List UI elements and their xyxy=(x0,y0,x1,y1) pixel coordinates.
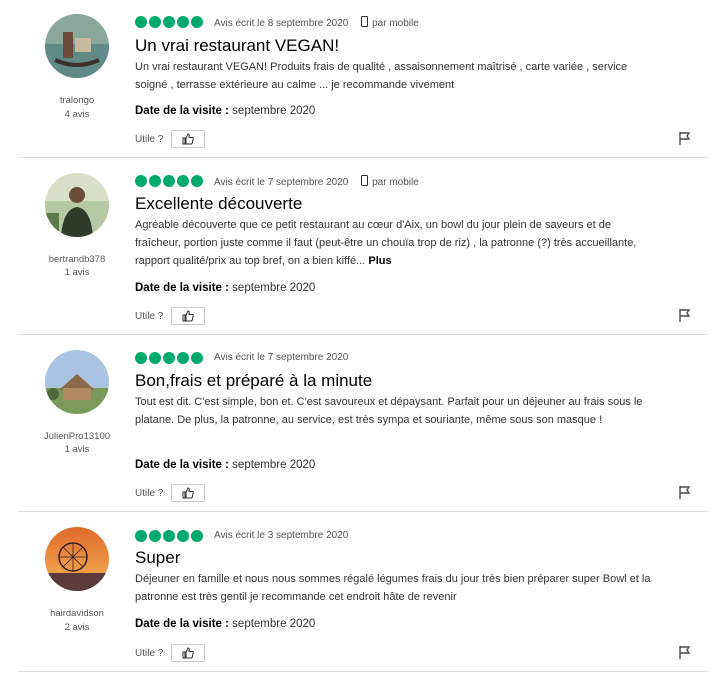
rating-bubble-icon xyxy=(191,16,203,28)
rating-bubble-icon xyxy=(135,175,147,187)
review-text: Tout est dit. C'est simple, bon et. C'es… xyxy=(135,396,643,426)
rating-bubble-icon xyxy=(135,530,147,542)
rating-bubble-icon xyxy=(163,530,175,542)
reviewer-username[interactable]: JulienPro13100 xyxy=(20,430,134,443)
thumbs-up-icon xyxy=(182,310,195,322)
mobile-label: par mobile xyxy=(372,18,419,29)
rating-bubbles xyxy=(135,175,203,187)
review-meta: Avis écrit le 7 septembre 2020 xyxy=(214,352,348,363)
phone-icon xyxy=(361,16,369,27)
flag-icon[interactable] xyxy=(678,308,692,322)
review-date: Avis écrit le 3 septembre 2020 xyxy=(214,530,349,541)
mobile-indicator: par mobile xyxy=(361,175,419,188)
review-body: Agréable découverte que ce petit restaur… xyxy=(135,216,655,270)
review-meta: Avis écrit le 7 septembre 2020 par mobil… xyxy=(214,175,419,188)
visit-value: septembre 2020 xyxy=(232,282,316,294)
thumbs-up-icon xyxy=(182,133,195,145)
review-date: Avis écrit le 8 septembre 2020 xyxy=(214,18,349,29)
visit-date: Date de la visite : septembre 2020 xyxy=(135,282,315,294)
mobile-indicator: par mobile xyxy=(361,16,419,29)
useful-button[interactable] xyxy=(171,644,206,662)
visit-value: septembre 2020 xyxy=(232,459,316,471)
rating-bubble-icon xyxy=(163,16,175,28)
review-title[interactable]: Excellente découverte xyxy=(135,194,302,214)
reviewer-username[interactable]: hairdavidson xyxy=(20,607,134,620)
visit-label: Date de la visite : xyxy=(135,282,229,294)
review-date: Avis écrit le 7 septembre 2020 xyxy=(214,352,349,363)
divider xyxy=(18,511,708,512)
avatar[interactable] xyxy=(45,14,109,78)
visit-value: septembre 2020 xyxy=(232,618,316,630)
review-text: Un vrai restaurant VEGAN! Produits frais… xyxy=(135,61,628,91)
rating-bubble-icon xyxy=(177,530,189,542)
rating-bubble-icon xyxy=(163,175,175,187)
rating-bubble-icon xyxy=(191,175,203,187)
reviewer-review-count: 1 avis xyxy=(64,444,90,455)
useful-label: Utile ? xyxy=(135,310,164,322)
review-body: Un vrai restaurant VEGAN! Produits frais… xyxy=(135,58,655,94)
avatar[interactable] xyxy=(45,173,109,237)
visit-date: Date de la visite : septembre 2020 xyxy=(135,618,315,630)
rating-bubble-icon xyxy=(163,352,175,364)
rating-bubbles xyxy=(135,530,203,542)
visit-value: septembre 2020 xyxy=(232,105,316,117)
visit-date: Date de la visite : septembre 2020 xyxy=(135,459,315,471)
rating-bubble-icon xyxy=(191,352,203,364)
useful-label: Utile ? xyxy=(135,133,164,145)
rating-bubble-icon xyxy=(177,16,189,28)
visit-label: Date de la visite : xyxy=(135,459,229,471)
useful-label: Utile ? xyxy=(135,487,164,499)
rating-bubbles xyxy=(135,16,203,28)
rating-bubbles xyxy=(135,352,203,364)
avatar[interactable] xyxy=(45,350,109,414)
read-more-link[interactable]: Plus xyxy=(368,255,391,267)
visit-date: Date de la visite : septembre 2020 xyxy=(135,105,315,117)
review-title[interactable]: Bon,frais et préparé à la minute xyxy=(135,371,372,391)
review-meta: Avis écrit le 8 septembre 2020 par mobil… xyxy=(214,16,419,29)
avatar[interactable] xyxy=(45,527,109,591)
thumbs-up-icon xyxy=(182,487,195,499)
rating-bubble-icon xyxy=(191,530,203,542)
reviewer-username[interactable]: bertrandb378 xyxy=(20,253,134,266)
rating-bubble-icon xyxy=(149,352,161,364)
visit-label: Date de la visite : xyxy=(135,105,229,117)
rating-bubble-icon xyxy=(149,16,161,28)
useful-label: Utile ? xyxy=(135,647,164,659)
useful-button[interactable] xyxy=(171,307,206,325)
useful-button[interactable] xyxy=(171,484,206,502)
rating-bubble-icon xyxy=(135,352,147,364)
divider xyxy=(18,671,708,672)
review-body: Déjeuner en famille et nous nous sommes … xyxy=(135,570,655,606)
flag-icon[interactable] xyxy=(678,645,692,659)
flag-icon[interactable] xyxy=(678,485,692,499)
flag-icon[interactable] xyxy=(678,131,692,145)
review-text: Déjeuner en famille et nous nous sommes … xyxy=(135,573,651,603)
mobile-label: par mobile xyxy=(372,177,419,188)
useful-row: Utile ? xyxy=(135,130,206,148)
reviewer-username[interactable]: tralongo xyxy=(20,94,134,107)
useful-button[interactable] xyxy=(171,130,206,148)
reviewer-review-count: 4 avis xyxy=(64,109,90,120)
divider xyxy=(18,157,708,158)
phone-icon xyxy=(361,175,369,186)
rating-bubble-icon xyxy=(149,175,161,187)
reviewer-review-count: 1 avis xyxy=(64,267,90,278)
rating-bubble-icon xyxy=(177,352,189,364)
rating-bubble-icon xyxy=(149,530,161,542)
review-date: Avis écrit le 7 septembre 2020 xyxy=(214,177,349,188)
review-body: Tout est dit. C'est simple, bon et. C'es… xyxy=(135,393,655,429)
review-title[interactable]: Un vrai restaurant VEGAN! xyxy=(135,36,339,56)
rating-bubble-icon xyxy=(177,175,189,187)
useful-row: Utile ? xyxy=(135,484,206,502)
reviewer-review-count: 2 avis xyxy=(64,622,90,633)
useful-row: Utile ? xyxy=(135,644,206,662)
review-title[interactable]: Super xyxy=(135,548,180,568)
useful-row: Utile ? xyxy=(135,307,206,325)
divider xyxy=(18,334,708,335)
review-meta: Avis écrit le 3 septembre 2020 xyxy=(214,530,348,541)
visit-label: Date de la visite : xyxy=(135,618,229,630)
rating-bubble-icon xyxy=(135,16,147,28)
thumbs-up-icon xyxy=(182,647,195,659)
